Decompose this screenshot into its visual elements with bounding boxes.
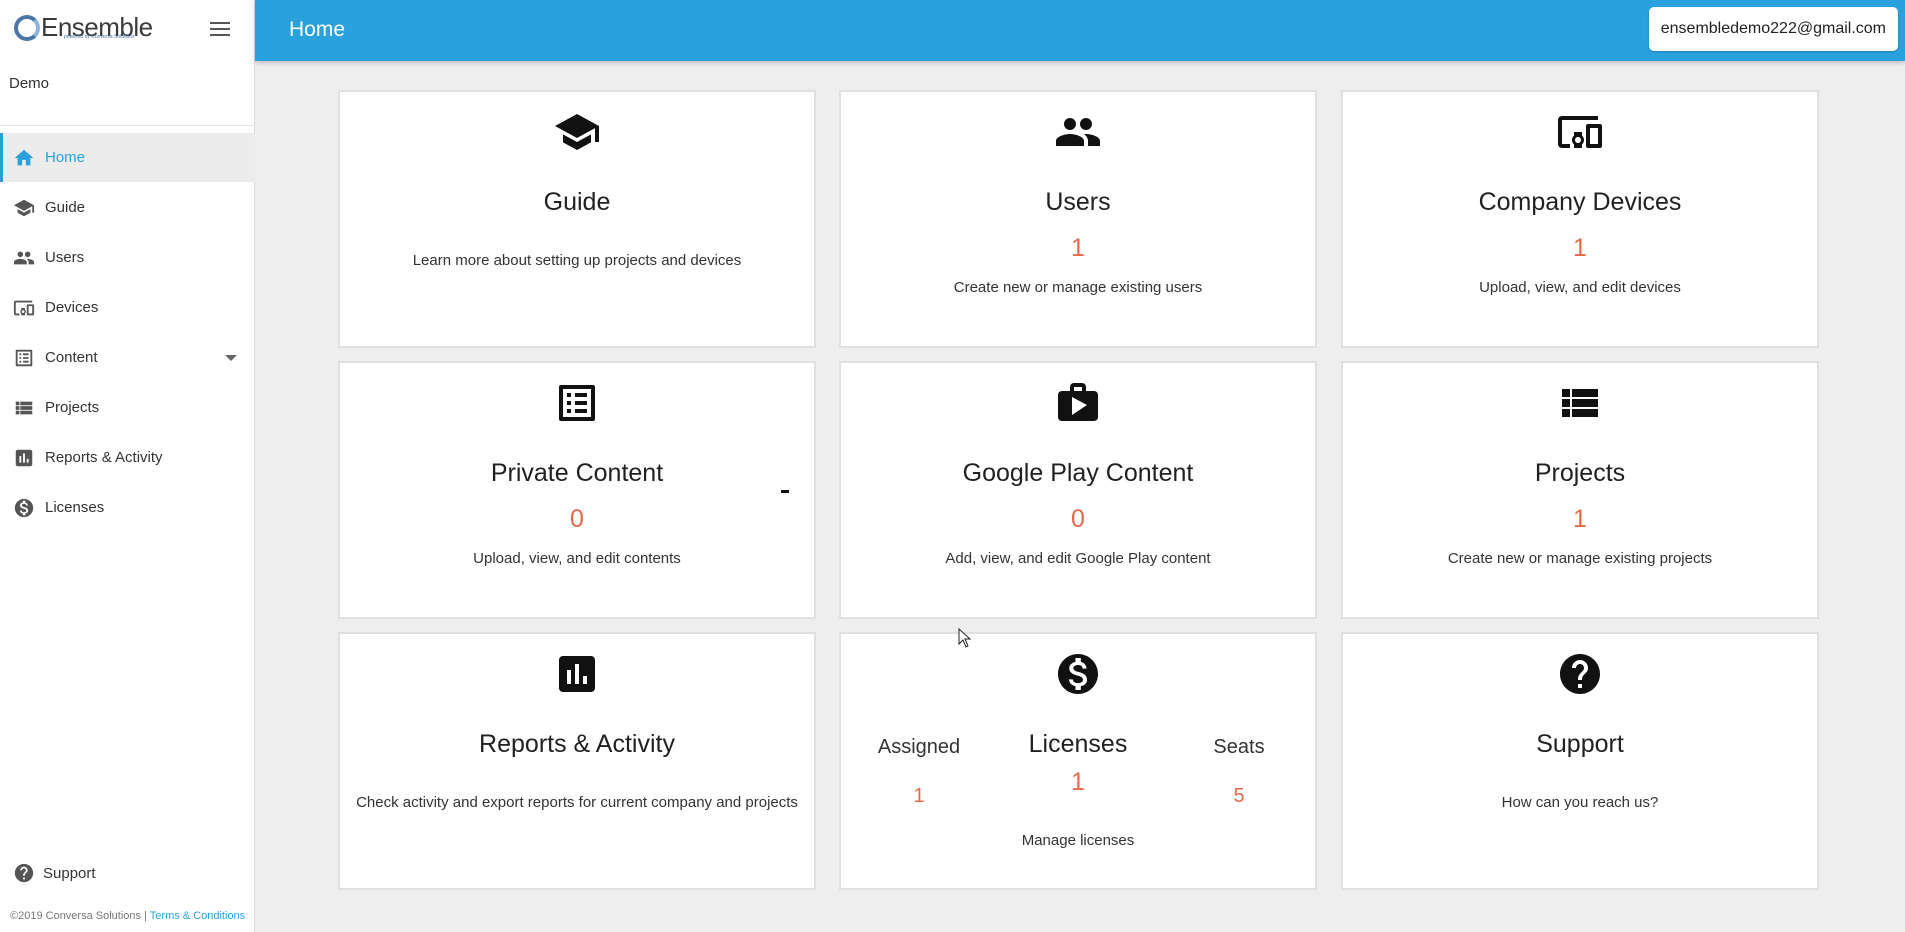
card-title: Guide — [543, 188, 611, 216]
private-content-count: 0 — [570, 505, 584, 533]
sidebar-item-label: Devices — [45, 299, 99, 316]
logo-ring-icon — [14, 14, 40, 41]
devices-icon — [1556, 108, 1604, 156]
sidebar-item-label: Home — [45, 149, 86, 166]
graduation-cap-icon — [553, 108, 601, 156]
sidebar-item-projects[interactable]: Projects — [0, 383, 255, 432]
sidebar-divider — [0, 125, 255, 126]
card-support[interactable]: Support How can you reach us? — [1341, 632, 1819, 890]
sidebar-item-label: Content — [45, 349, 98, 366]
page-title: Home — [289, 18, 346, 41]
sidebar-item-users[interactable]: Users — [0, 233, 255, 282]
card-title: Google Play Content — [962, 459, 1194, 487]
brand-tagline: powered by Conversa Solutions — [64, 34, 135, 40]
card-description: Learn more about setting up projects and… — [412, 252, 742, 269]
card-title: Projects — [1534, 459, 1626, 487]
terms-link[interactable]: Terms & Conditions — [150, 910, 245, 922]
dash-mark — [781, 490, 789, 493]
card-licenses[interactable]: Licenses 1 Assigned 1 Seats 5 Manage lic… — [839, 632, 1317, 890]
sidebar-footer: ©2019 Conversa Solutions | Terms & Condi… — [10, 910, 245, 922]
projects-list-icon — [13, 397, 35, 419]
card-description: Create new or manage existing users — [953, 279, 1203, 296]
card-description: Upload, view, and edit contents — [473, 550, 681, 567]
sidebar-item-reports[interactable]: Reports & Activity — [0, 433, 255, 482]
card-users[interactable]: Users 1 Create new or manage existing us… — [839, 90, 1317, 348]
sidebar-item-label: Reports & Activity — [45, 449, 163, 466]
google-play-count: 0 — [1071, 505, 1085, 533]
sidebar-support-link[interactable]: Support — [13, 862, 96, 884]
help-icon — [1556, 650, 1604, 698]
menu-icon[interactable] — [210, 22, 230, 38]
card-description: Create new or manage existing projects — [1447, 550, 1713, 567]
seats-label: Seats — [1213, 736, 1265, 758]
card-private-content[interactable]: Private Content 0 Upload, view, and edit… — [338, 361, 816, 619]
assigned-column: Assigned 1 — [854, 736, 984, 808]
graduation-cap-icon — [13, 197, 35, 219]
sidebar-item-home[interactable]: Home — [0, 133, 255, 182]
bar-chart-icon — [553, 650, 601, 698]
list-icon — [553, 379, 601, 427]
assigned-label: Assigned — [877, 736, 961, 758]
projects-count: 1 — [1573, 505, 1587, 533]
card-title: Private Content — [490, 459, 664, 487]
card-title: Users — [1045, 188, 1111, 216]
users-icon — [13, 247, 35, 269]
assigned-count: 1 — [913, 785, 925, 807]
card-title: Support — [1536, 730, 1624, 758]
sidebar: Ensemble powered by Conversa Solutions D… — [0, 0, 255, 932]
sidebar-item-label: Projects — [45, 399, 100, 416]
card-company-devices[interactable]: Company Devices 1 Upload, view, and edit… — [1341, 90, 1819, 348]
users-icon — [1054, 108, 1102, 156]
sidebar-item-devices[interactable]: Devices — [0, 283, 255, 332]
sidebar-item-licenses[interactable]: Licenses — [0, 483, 255, 532]
card-description: Upload, view, and edit devices — [1479, 279, 1681, 296]
sidebar-item-guide[interactable]: Guide — [0, 183, 255, 232]
sidebar-item-label: Licenses — [45, 499, 105, 516]
home-icon — [13, 147, 35, 169]
card-description: How can you reach us? — [1501, 794, 1659, 811]
top-bar: Home ensembledemo222@gmail.com — [255, 0, 1905, 61]
account-button[interactable]: ensembledemo222@gmail.com — [1648, 7, 1898, 51]
dollar-icon — [13, 497, 35, 519]
card-guide[interactable]: Guide Learn more about setting up projec… — [338, 90, 816, 348]
card-title: Reports & Activity — [479, 730, 675, 758]
company-name: Demo — [9, 75, 50, 92]
devices-count: 1 — [1573, 234, 1587, 262]
help-icon — [13, 862, 35, 884]
dollar-icon — [1054, 650, 1102, 698]
card-projects[interactable]: Projects 1 Create new or manage existing… — [1341, 361, 1819, 619]
projects-list-icon — [1556, 379, 1604, 427]
chevron-down-icon[interactable] — [225, 355, 237, 361]
list-icon — [13, 347, 35, 369]
devices-icon — [13, 297, 35, 319]
mouse-cursor-icon — [958, 628, 972, 648]
card-description: Check activity and export reports for cu… — [356, 794, 798, 811]
play-store-bag-icon — [1054, 379, 1102, 427]
sidebar-item-content[interactable]: Content — [0, 333, 255, 382]
sidebar-item-label: Guide — [45, 199, 86, 216]
card-google-play-content[interactable]: Google Play Content 0 Add, view, and edi… — [839, 361, 1317, 619]
seats-column: Seats 5 — [1174, 736, 1304, 808]
card-reports-activity[interactable]: Reports & Activity Check activity and ex… — [338, 632, 816, 890]
copyright-text: ©2019 Conversa Solutions | — [10, 910, 150, 922]
card-description: Manage licenses — [1021, 832, 1135, 849]
card-title: Company Devices — [1478, 188, 1682, 216]
seats-count: 5 — [1233, 785, 1245, 807]
sidebar-item-label: Users — [45, 249, 85, 266]
users-count: 1 — [1071, 234, 1085, 262]
bar-chart-icon — [13, 447, 35, 469]
card-description: Add, view, and edit Google Play content — [945, 550, 1211, 567]
support-label: Support — [43, 864, 96, 882]
sidebar-nav: Home Guide Users Devices Content Project… — [0, 133, 255, 533]
